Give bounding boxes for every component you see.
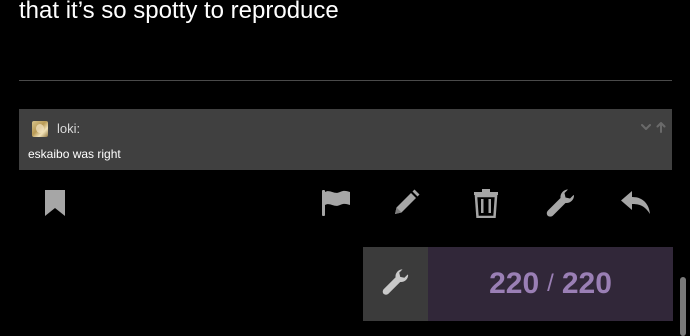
reply-icon (620, 190, 652, 216)
counter-separator: / (547, 270, 554, 297)
quote-block: loki: eskaibo was right (19, 109, 672, 170)
post-text: that it’s so spotty to reproduce (19, 0, 339, 24)
scrollbar[interactable] (680, 277, 686, 336)
topic-admin-button[interactable] (363, 247, 428, 321)
arrow-up-icon[interactable] (655, 121, 667, 133)
edit-button[interactable] (388, 185, 424, 221)
flag-button[interactable] (318, 185, 354, 221)
wrench-icon (382, 268, 410, 301)
quote-username[interactable]: loki: (57, 121, 80, 137)
total-post-count: 220 (561, 267, 612, 300)
bookmark-button[interactable] (37, 185, 73, 221)
trash-icon (473, 188, 499, 218)
post-view: that it’s so spotty to reproduce loki: e… (0, 0, 690, 336)
quote-body: eskaibo was right (28, 147, 121, 161)
post-counter[interactable]: 220 / 220 (428, 247, 673, 321)
pencil-icon (392, 189, 420, 217)
divider (19, 80, 672, 81)
user-avatar[interactable] (32, 121, 48, 137)
reply-button[interactable] (618, 185, 654, 221)
delete-button[interactable] (468, 185, 504, 221)
current-post-number: 220 (489, 267, 540, 300)
admin-wrench-button[interactable] (543, 185, 579, 221)
topic-progress: 220 / 220 (363, 247, 673, 321)
chevron-down-icon[interactable] (640, 121, 652, 133)
flag-icon (320, 189, 352, 217)
wrench-icon (546, 188, 576, 218)
bookmark-icon (44, 189, 66, 217)
